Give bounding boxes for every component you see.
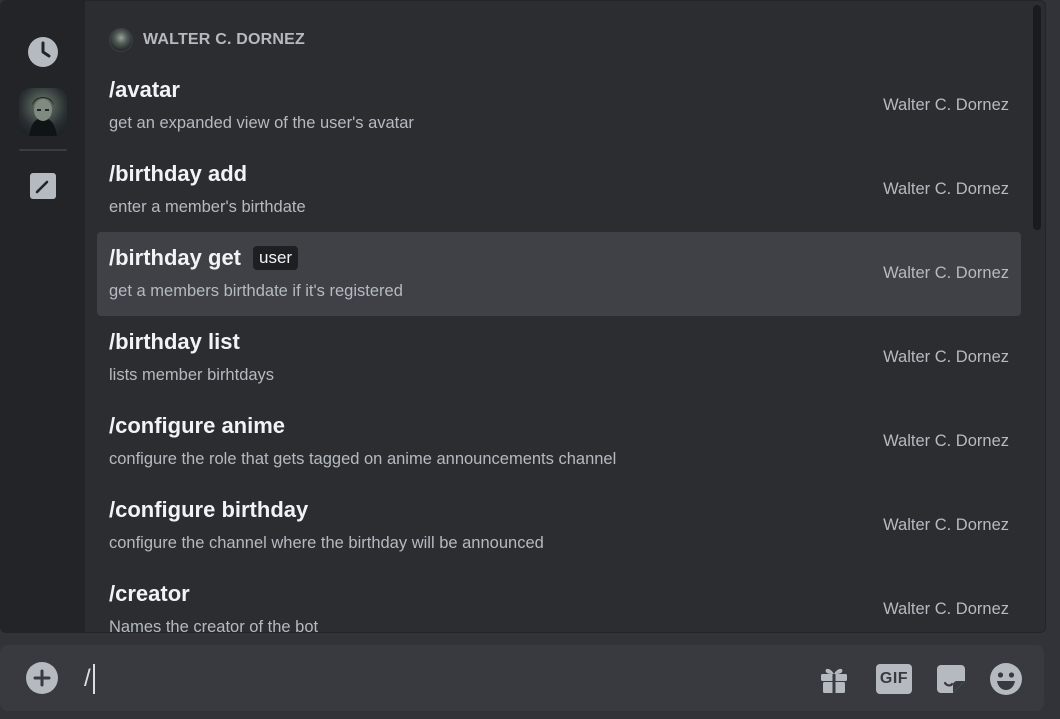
plus-icon — [33, 669, 51, 687]
command-name: /creator — [109, 581, 190, 606]
recent-commands-button[interactable] — [18, 27, 68, 77]
clock-icon — [28, 37, 58, 67]
command-name: /configure anime — [109, 413, 286, 438]
bot-commands-button[interactable] — [18, 87, 68, 137]
command-description: configure the role that gets tagged on a… — [109, 450, 617, 468]
command-list-scrollbar[interactable] — [1033, 5, 1041, 230]
command-source: Walter C. Dornez — [883, 180, 1009, 198]
command-row-birthday-get[interactable]: /birthday get user get a members birthda… — [97, 232, 1021, 316]
command-category-rail — [1, 1, 85, 632]
command-source: Walter C. Dornez — [883, 516, 1009, 534]
sticker-icon — [937, 665, 965, 693]
rail-divider — [19, 149, 67, 151]
bot-avatar — [19, 88, 67, 136]
command-row-creator[interactable]: /creator Names the creator of the bot Wa… — [97, 568, 1021, 633]
command-source: Walter C. Dornez — [883, 600, 1009, 618]
command-source: Walter C. Dornez — [883, 432, 1009, 450]
gif-button[interactable]: GIF — [876, 662, 912, 696]
section-header: WALTER C. DORNEZ — [109, 28, 305, 52]
command-autocomplete-popup: WALTER C. DORNEZ /avatar get an expanded… — [0, 0, 1046, 633]
emoji-icon — [990, 663, 1022, 695]
command-row-birthday-list[interactable]: /birthday list lists member birhtdays Wa… — [97, 316, 1021, 400]
command-description: get an expanded view of the user's avata… — [109, 114, 414, 132]
command-source: Walter C. Dornez — [883, 264, 1009, 282]
command-row-birthday-add[interactable]: /birthday add enter a member's birthdate… — [97, 148, 1021, 232]
section-title: WALTER C. DORNEZ — [143, 31, 306, 48]
message-input[interactable]: / — [84, 663, 95, 695]
gift-button[interactable] — [816, 662, 852, 696]
command-source: Walter C. Dornez — [883, 348, 1009, 366]
command-description: Names the creator of the bot — [109, 618, 319, 633]
text-caret — [92, 664, 95, 694]
command-description: configure the channel where the birthday… — [109, 534, 544, 552]
gift-icon — [821, 668, 847, 693]
message-input-value: / — [84, 665, 91, 692]
command-description: lists member birhtdays — [109, 366, 275, 384]
command-name: /configure birthday — [109, 497, 309, 522]
message-composer: / GIF — [0, 645, 1044, 711]
pencil-icon — [30, 173, 56, 199]
command-name: /avatar — [109, 77, 180, 102]
command-list: WALTER C. DORNEZ /avatar get an expanded… — [85, 1, 1031, 633]
command-option-pill: user — [253, 246, 299, 270]
command-row-configure-anime[interactable]: /configure anime configure the role that… — [97, 400, 1021, 484]
command-description: enter a member's birthdate — [109, 198, 306, 216]
emoji-button[interactable] — [988, 662, 1024, 696]
upload-button[interactable] — [26, 662, 58, 694]
built-in-commands-button[interactable] — [18, 161, 68, 211]
command-name: /birthday add — [109, 161, 248, 186]
command-row-configure-birthday[interactable]: /configure birthday configure the channe… — [97, 484, 1021, 568]
sticker-button[interactable] — [934, 662, 968, 696]
command-name: /birthday get user — [109, 245, 299, 271]
command-row-avatar[interactable]: /avatar get an expanded view of the user… — [97, 64, 1021, 148]
command-source: Walter C. Dornez — [883, 96, 1009, 114]
section-avatar — [109, 28, 133, 52]
gif-icon: GIF — [876, 664, 912, 694]
command-description: get a members birthdate if it's register… — [109, 282, 403, 300]
command-name: /birthday list — [109, 329, 240, 354]
